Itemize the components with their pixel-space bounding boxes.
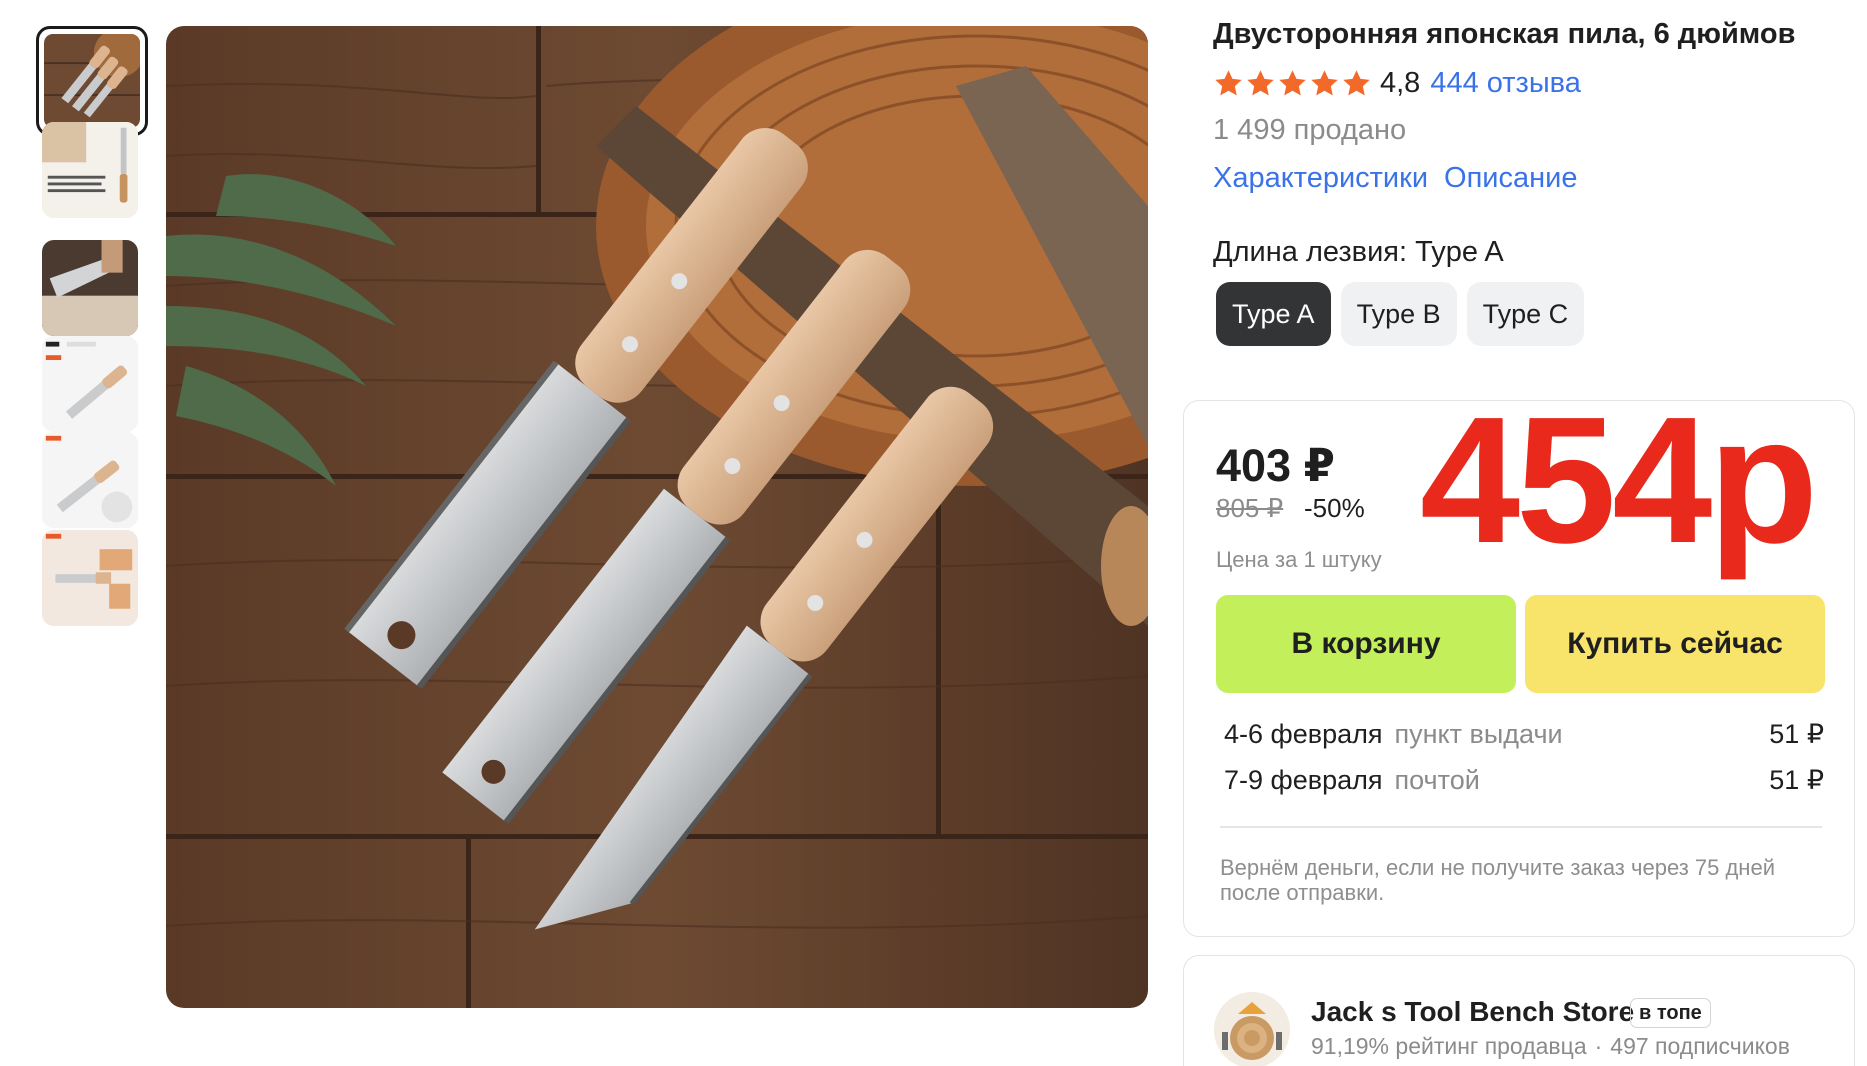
- store-top-badge: в топе: [1630, 998, 1711, 1028]
- blade-length-label: Длина лезвия: Type A: [1213, 236, 1504, 268]
- option-type-a[interactable]: Type A: [1216, 282, 1331, 346]
- product-title: Двусторонняя японская пила, 6 дюймов: [1213, 18, 1796, 50]
- option-type-c[interactable]: Type C: [1466, 282, 1585, 346]
- unit-price-note: Цена за 1 штуку: [1216, 547, 1382, 572]
- price-overlay: 454р: [1420, 380, 1818, 581]
- thumbnail-6[interactable]: [42, 530, 138, 626]
- star-icon: [1247, 69, 1274, 95]
- delivery-date: 4-6 февраля: [1224, 719, 1383, 749]
- current-price: 403 ₽: [1216, 440, 1335, 491]
- tab-description[interactable]: Описание: [1444, 162, 1577, 195]
- delivery-method: пункт выдачи: [1394, 719, 1563, 749]
- option-type-b[interactable]: Type B: [1340, 282, 1457, 346]
- reviews-link[interactable]: 444 отзыва: [1430, 67, 1581, 100]
- store-logo[interactable]: [1214, 992, 1290, 1066]
- rating-value: 4,8: [1380, 66, 1421, 99]
- sold-count: 1 499 продано: [1213, 114, 1407, 146]
- main-product-image[interactable]: [166, 26, 1148, 1008]
- store-name[interactable]: Jack s Tool Bench Store: [1311, 996, 1634, 1028]
- option-selector: Type A Type B Type C: [1216, 282, 1585, 346]
- price-card: 403 ₽ 805 ₽ -50% Цена за 1 штуку 454р В …: [1183, 391, 1855, 937]
- delivery-price: 51 ₽: [1769, 719, 1824, 749]
- rating-stars: [1213, 68, 1372, 99]
- star-icon: [1343, 69, 1370, 95]
- subscriber-count: 497 подписчиков: [1610, 1033, 1790, 1059]
- delivery-option: 4-6 февраля пункт выдачи 51 ₽: [1224, 719, 1824, 753]
- delivery-option: 7-9 февраля почтой 51 ₽: [1224, 765, 1824, 799]
- divider: [1220, 826, 1822, 828]
- thumbnail-2[interactable]: [42, 122, 138, 218]
- separator: ·: [1594, 1033, 1603, 1059]
- old-price: 805 ₽: [1216, 493, 1284, 523]
- delivery-price: 51 ₽: [1769, 765, 1824, 795]
- discount-badge: -50%: [1304, 493, 1365, 523]
- thumbnail-1[interactable]: [36, 26, 148, 136]
- star-icon: [1279, 69, 1306, 95]
- thumbnail-4[interactable]: [42, 336, 138, 432]
- seller-rating: 91,19% рейтинг продавца: [1311, 1033, 1587, 1059]
- store-card: Jack s Tool Bench Store в топе 91,19% ре…: [1183, 955, 1855, 1066]
- buy-now-button[interactable]: Купить сейчас: [1525, 595, 1825, 693]
- tab-characteristics[interactable]: Характеристики: [1213, 162, 1428, 195]
- delivery-method: почтой: [1394, 765, 1480, 795]
- thumbnail-3[interactable]: [42, 240, 138, 336]
- money-back-guarantee: Вернём деньги, если не получите заказ че…: [1220, 855, 1775, 905]
- info-tabs: Характеристики Описание: [1213, 162, 1577, 195]
- thumbnail-5[interactable]: [42, 432, 138, 528]
- rating-row: 4,8 444 отзыва: [1213, 66, 1581, 100]
- star-icon: [1311, 69, 1338, 95]
- delivery-date: 7-9 февраля: [1224, 765, 1383, 795]
- store-meta: 91,19% рейтинг продавца · 497 подписчиков: [1311, 1033, 1790, 1060]
- add-to-cart-button[interactable]: В корзину: [1216, 595, 1516, 693]
- star-icon: [1215, 69, 1242, 95]
